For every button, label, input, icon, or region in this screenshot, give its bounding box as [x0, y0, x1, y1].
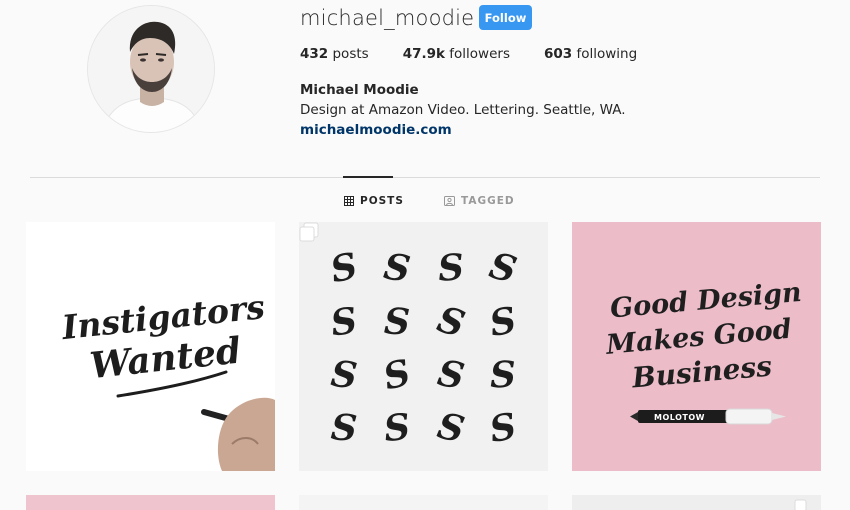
followers-link[interactable]: 47.9k followers: [403, 46, 510, 62]
tab-posts-label: POSTS: [360, 195, 404, 207]
tab-posts[interactable]: POSTS: [344, 195, 404, 207]
tabs-divider: [30, 177, 820, 178]
letter-s-mark: S: [330, 406, 359, 450]
following-link[interactable]: 603 following: [544, 46, 637, 62]
post-tile[interactable]: Good Design Makes Good Business MOLOTOW: [572, 222, 821, 471]
multiple-photos-icon: [794, 499, 807, 510]
following-count-label: following: [576, 46, 638, 62]
post-tile[interactable]: SSSSSSSSSSSSSSSS: [299, 222, 548, 471]
letter-s-mark: S: [329, 353, 359, 397]
tag-icon: [444, 196, 455, 206]
post-tile[interactable]: Instigators Wanted: [26, 222, 275, 471]
followers-count-number: 47.9k: [402, 46, 445, 62]
post-tile[interactable]: [572, 495, 821, 510]
letter-s-mark: S: [489, 354, 516, 397]
post-tile[interactable]: [299, 495, 548, 510]
following-count-number: 603: [544, 46, 573, 62]
posts-count-number: 432: [300, 46, 329, 62]
marker-label: MOLOTOW: [654, 413, 705, 422]
letter-s-mark: S: [382, 406, 412, 450]
profile-username: michael_moodie: [300, 6, 475, 30]
posts-count: 432 posts: [300, 46, 369, 62]
post-image: Good Design Makes Good Business MOLOTOW: [572, 222, 821, 471]
posts-count-label: posts: [332, 46, 369, 62]
post-image: S S S SS S S SS S S SS S S S: [299, 222, 548, 471]
profile-bio: Design at Amazon Video. Lettering. Seatt…: [300, 102, 626, 118]
tab-tagged-label: TAGGED: [461, 195, 515, 207]
post-image: Instigators Wanted: [26, 222, 275, 471]
multiple-photos-icon: [299, 222, 319, 242]
tab-tagged[interactable]: TAGGED: [444, 195, 515, 207]
active-tab-indicator: [343, 176, 393, 178]
letter-s-mark: S: [437, 246, 466, 290]
follow-button[interactable]: Follow: [479, 5, 532, 30]
grid-icon: [344, 196, 354, 206]
profile-website-link[interactable]: michaelmoodie.com: [300, 122, 452, 138]
followers-count-label: followers: [449, 46, 510, 62]
profile-stats: 432 posts 47.9k followers 603 following: [300, 46, 671, 62]
post-tile[interactable]: [26, 495, 275, 510]
letter-s-mark: S: [383, 301, 410, 344]
profile-full-name: Michael Moodie: [300, 82, 419, 98]
profile-avatar[interactable]: [87, 5, 215, 133]
